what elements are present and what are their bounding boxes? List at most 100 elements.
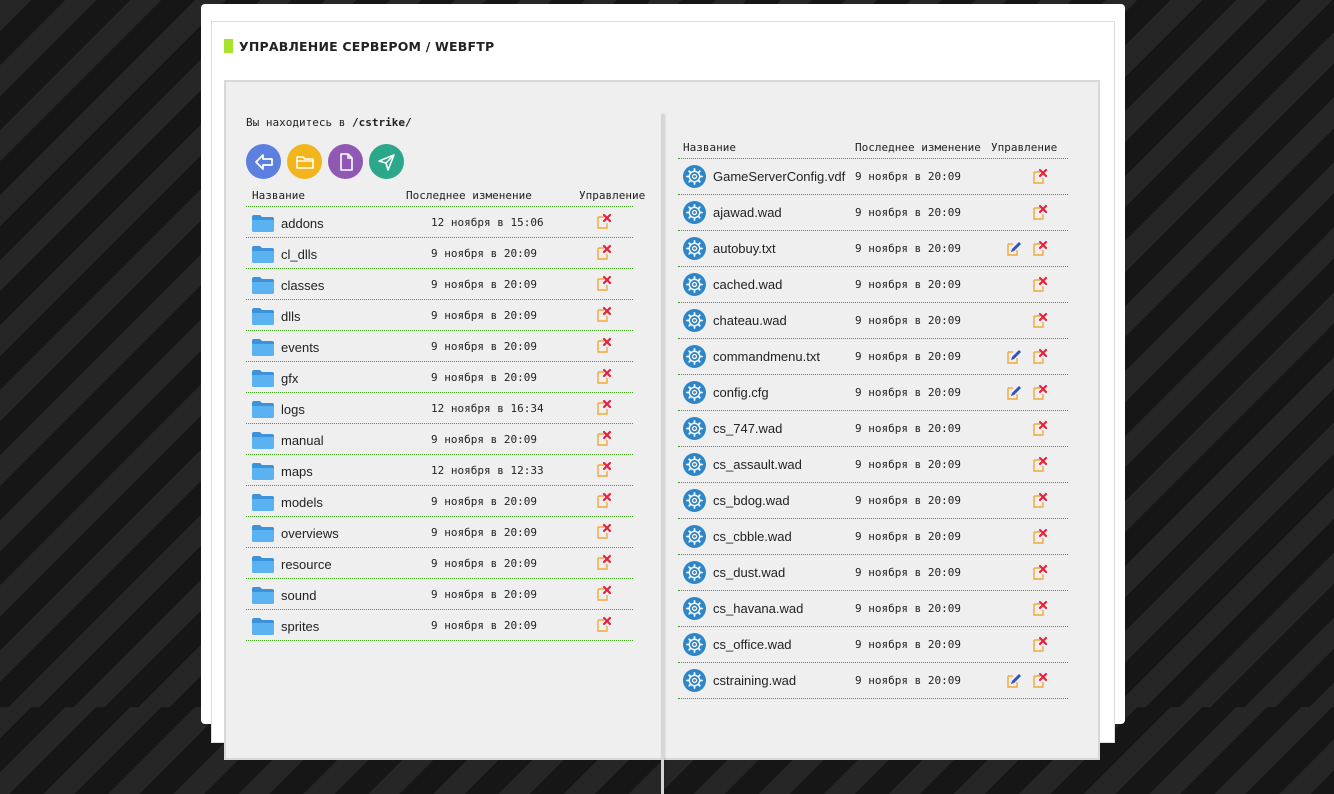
file-row[interactable]: cs_havana.wad 9 ноября в 20:09 bbox=[678, 591, 1068, 627]
file-modified: 9 ноября в 20:09 bbox=[855, 422, 961, 435]
file-name[interactable]: autobuy.txt bbox=[713, 241, 776, 256]
delete-folder-button[interactable] bbox=[596, 554, 612, 570]
delete-file-button[interactable] bbox=[1032, 240, 1048, 256]
back-button[interactable] bbox=[246, 144, 281, 179]
delete-folder-button[interactable] bbox=[596, 368, 612, 384]
folder-row[interactable]: events 9 ноября в 20:09 bbox=[246, 331, 633, 362]
delete-folder-button[interactable] bbox=[596, 399, 612, 415]
delete-file-button[interactable] bbox=[1032, 204, 1048, 220]
edit-file-button[interactable] bbox=[1006, 348, 1022, 364]
file-row[interactable]: ajawad.wad 9 ноября в 20:09 bbox=[678, 195, 1068, 231]
folder-row[interactable]: sound 9 ноября в 20:09 bbox=[246, 579, 633, 610]
file-name[interactable]: commandmenu.txt bbox=[713, 349, 820, 364]
delete-folder-button[interactable] bbox=[596, 337, 612, 353]
file-name[interactable]: cs_havana.wad bbox=[713, 601, 803, 616]
folder-row[interactable]: classes 9 ноября в 20:09 bbox=[246, 269, 633, 300]
delete-file-button[interactable] bbox=[1032, 564, 1048, 580]
file-name[interactable]: chateau.wad bbox=[713, 313, 787, 328]
delete-file-button[interactable] bbox=[1032, 384, 1048, 400]
file-row[interactable]: autobuy.txt 9 ноября в 20:09 bbox=[678, 231, 1068, 267]
file-name[interactable]: cstraining.wad bbox=[713, 673, 796, 688]
file-name[interactable]: ajawad.wad bbox=[713, 205, 782, 220]
folder-name[interactable]: addons bbox=[281, 216, 324, 231]
edit-file-button[interactable] bbox=[1006, 672, 1022, 688]
folder-name[interactable]: cl_dlls bbox=[281, 247, 317, 262]
upload-button[interactable] bbox=[369, 144, 404, 179]
folder-row[interactable]: models 9 ноября в 20:09 bbox=[246, 486, 633, 517]
delete-file-button[interactable] bbox=[1032, 168, 1048, 184]
folder-row[interactable]: gfx 9 ноября в 20:09 bbox=[246, 362, 633, 393]
folder-name[interactable]: sound bbox=[281, 588, 316, 603]
folder-name[interactable]: sprites bbox=[281, 619, 319, 634]
folder-name[interactable]: gfx bbox=[281, 371, 298, 386]
delete-file-button[interactable] bbox=[1032, 456, 1048, 472]
file-row[interactable]: cs_bdog.wad 9 ноября в 20:09 bbox=[678, 483, 1068, 519]
file-row[interactable]: commandmenu.txt 9 ноября в 20:09 bbox=[678, 339, 1068, 375]
folder-name[interactable]: resource bbox=[281, 557, 332, 572]
folder-name[interactable]: overviews bbox=[281, 526, 339, 541]
delete-file-button[interactable] bbox=[1032, 420, 1048, 436]
folder-row[interactable]: logs 12 ноября в 16:34 bbox=[246, 393, 633, 424]
folder-row[interactable]: dlls 9 ноября в 20:09 bbox=[246, 300, 633, 331]
folder-row[interactable]: cl_dlls 9 ноября в 20:09 bbox=[246, 238, 633, 269]
folder-name[interactable]: events bbox=[281, 340, 319, 355]
delete-file-button[interactable] bbox=[1032, 600, 1048, 616]
file-name[interactable]: cached.wad bbox=[713, 277, 782, 292]
delete-folder-button[interactable] bbox=[596, 275, 612, 291]
delete-folder-button[interactable] bbox=[596, 523, 612, 539]
folder-name[interactable]: logs bbox=[281, 402, 305, 417]
edit-file-button[interactable] bbox=[1006, 240, 1022, 256]
delete-folder-button[interactable] bbox=[596, 461, 612, 477]
folder-name[interactable]: dlls bbox=[281, 309, 301, 324]
delete-file-button[interactable] bbox=[1032, 276, 1048, 292]
file-name[interactable]: config.cfg bbox=[713, 385, 769, 400]
delete-icon bbox=[1033, 312, 1048, 328]
file-row[interactable]: cs_assault.wad 9 ноября в 20:09 bbox=[678, 447, 1068, 483]
file-row[interactable]: cs_747.wad 9 ноября в 20:09 bbox=[678, 411, 1068, 447]
delete-folder-button[interactable] bbox=[596, 306, 612, 322]
file-row[interactable]: chateau.wad 9 ноября в 20:09 bbox=[678, 303, 1068, 339]
delete-folder-button[interactable] bbox=[596, 492, 612, 508]
new-file-button[interactable] bbox=[328, 144, 363, 179]
file-name[interactable]: cs_bdog.wad bbox=[713, 493, 790, 508]
delete-folder-button[interactable] bbox=[596, 616, 612, 632]
file-row[interactable]: cstraining.wad 9 ноября в 20:09 bbox=[678, 663, 1068, 699]
location-label: Вы находитесь в bbox=[246, 116, 346, 129]
file-row[interactable]: GameServerConfig.vdf 9 ноября в 20:09 bbox=[678, 159, 1068, 195]
file-name[interactable]: cs_747.wad bbox=[713, 421, 782, 436]
new-folder-button[interactable] bbox=[287, 144, 322, 179]
delete-file-button[interactable] bbox=[1032, 312, 1048, 328]
delete-folder-button[interactable] bbox=[596, 244, 612, 260]
file-name[interactable]: cs_dust.wad bbox=[713, 565, 785, 580]
folder-row[interactable]: sprites 9 ноября в 20:09 bbox=[246, 610, 633, 641]
folder-name[interactable]: manual bbox=[281, 433, 324, 448]
file-name[interactable]: cs_cbble.wad bbox=[713, 529, 792, 544]
folder-row[interactable]: manual 9 ноября в 20:09 bbox=[246, 424, 633, 455]
file-row[interactable]: cached.wad 9 ноября в 20:09 bbox=[678, 267, 1068, 303]
delete-folder-button[interactable] bbox=[596, 585, 612, 601]
folder-name[interactable]: models bbox=[281, 495, 323, 510]
delete-file-button[interactable] bbox=[1032, 492, 1048, 508]
file-name[interactable]: GameServerConfig.vdf bbox=[713, 169, 845, 184]
folder-row[interactable]: maps 12 ноября в 12:33 bbox=[246, 455, 633, 486]
delete-file-button[interactable] bbox=[1032, 636, 1048, 652]
folder-row[interactable]: addons 12 ноября в 15:06 bbox=[246, 207, 633, 238]
folder-row[interactable]: resource 9 ноября в 20:09 bbox=[246, 548, 633, 579]
delete-folder-button[interactable] bbox=[596, 430, 612, 446]
file-name[interactable]: cs_office.wad bbox=[713, 637, 792, 652]
delete-file-button[interactable] bbox=[1032, 348, 1048, 364]
file-row[interactable]: cs_cbble.wad 9 ноября в 20:09 bbox=[678, 519, 1068, 555]
edit-file-button[interactable] bbox=[1006, 384, 1022, 400]
delete-icon bbox=[1033, 564, 1048, 580]
file-row[interactable]: cs_dust.wad 9 ноября в 20:09 bbox=[678, 555, 1068, 591]
file-row[interactable]: cs_office.wad 9 ноября в 20:09 bbox=[678, 627, 1068, 663]
folder-name[interactable]: maps bbox=[281, 464, 313, 479]
file-row[interactable]: config.cfg 9 ноября в 20:09 bbox=[678, 375, 1068, 411]
delete-file-button[interactable] bbox=[1032, 528, 1048, 544]
delete-icon bbox=[597, 585, 612, 601]
delete-folder-button[interactable] bbox=[596, 213, 612, 229]
folder-row[interactable]: overviews 9 ноября в 20:09 bbox=[246, 517, 633, 548]
delete-file-button[interactable] bbox=[1032, 672, 1048, 688]
file-name[interactable]: cs_assault.wad bbox=[713, 457, 802, 472]
folder-name[interactable]: classes bbox=[281, 278, 324, 293]
